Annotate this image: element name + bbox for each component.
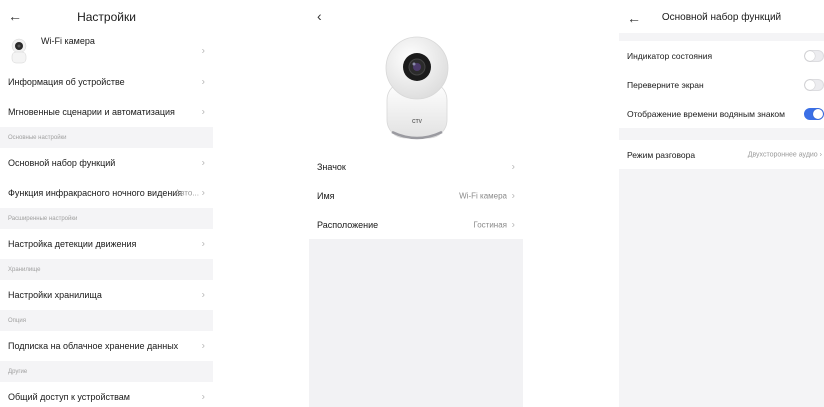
chevron-right-icon: › [511,161,515,172]
device-sharing-row[interactable]: Общий доступ к устройствам › [0,382,213,407]
row-label: Настройки хранилища [8,290,102,300]
motion-detection-row[interactable]: Настройка детекции движения › [0,229,213,259]
device-location-row[interactable]: Расположение Гостиная › [309,210,523,239]
toggle-knob [805,79,815,90]
chevron-right-icon: › [819,151,822,158]
chevron-left-icon[interactable]: ‹ [317,8,322,24]
talk-mode-value-text: Двухстороннее аудио [747,151,818,158]
cloud-subscription-row[interactable]: Подписка на облачное хранение данных › [0,331,213,361]
row-label: Настройка детекции движения [8,239,137,249]
chevron-right-icon: › [201,76,205,88]
chevron-right-icon: › [201,106,205,118]
toggle-knob [805,50,815,61]
page-title: Настройки [77,10,136,24]
time-watermark-toggle[interactable] [804,107,824,120]
row-label: Подписка на облачное хранение данных [8,341,179,351]
section-basic-header: Основные настройки [0,127,213,148]
toggle-knob [813,108,823,119]
chevron-right-icon: › [201,391,205,403]
spacer [619,33,824,41]
chevron-right-icon: › [511,190,515,201]
flip-screen-toggle[interactable] [804,78,824,91]
status-indicator-toggle[interactable] [804,49,824,62]
row-label: Общий доступ к устройствам [8,392,130,402]
storage-settings-row[interactable]: Настройки хранилища › [0,280,213,310]
row-label: Информация об устройстве [8,77,125,87]
page-title: Основной набор функций [661,12,782,23]
section-option-header: Опция [0,310,213,331]
talk-mode-value: Двухстороннее аудио › [748,151,822,158]
row-label: Мгновенные сценарии и автоматизация [8,107,175,117]
device-name-row[interactable]: Имя Wi-Fi камера › [309,181,523,210]
camera-name: Wi-Fi камера [41,36,95,46]
device-icon-row[interactable]: Значок › [309,152,523,181]
chevron-right-icon: › [201,340,205,352]
time-watermark-row: Отображение времени водяным знаком [619,99,824,128]
row-label: Индикатор состояния [627,50,713,61]
device-image-area: ‹ CTV [309,0,523,152]
flip-screen-row: Переверните экран [619,70,824,99]
row-label: Отображение времени водяным знаком [627,108,785,119]
brand-logo: CTV [412,119,423,125]
camera-device-row[interactable]: Wi-Fi камера › [0,34,213,67]
chevron-right-icon: › [201,45,205,56]
chevron-right-icon: › [201,187,205,199]
row-label: Значок [317,161,346,172]
settings-panel: ← Настройки Wi-Fi камера › Информация об… [0,0,213,407]
row-label: Режим разговора [627,149,696,160]
section-other-header: Другие [0,361,213,382]
device-info-row[interactable]: Информация об устройстве › [0,67,213,97]
features-header: ← Основной набор функций [619,0,824,33]
settings-header: ← Настройки [0,0,213,34]
row-value: Wi-Fi камера [459,191,507,200]
chevron-right-icon: › [511,219,515,230]
chevron-right-icon: › [201,157,205,169]
chevron-right-icon: › [201,238,205,250]
camera-thumbnail-icon [11,38,27,64]
section-storage-header: Хранилище [0,259,213,280]
spacer [619,128,824,140]
scenes-automation-row[interactable]: Мгновенные сценарии и автоматизация › [0,97,213,127]
row-label: Имя [317,190,335,201]
device-panel: ‹ CTV Значок › Имя Wi-Fi камера › Распол… [309,0,523,407]
row-value: Авто... [174,188,199,198]
row-label: Расположение [317,219,379,230]
row-label: Переверните экран [627,79,704,90]
night-vision-row[interactable]: Функция инфракрасного ночного видения Ав… [0,178,213,208]
talk-mode-row[interactable]: Режим разговора Двухстороннее аудио › [619,140,824,169]
row-label: Основной набор функций [8,158,116,168]
status-indicator-row: Индикатор состояния [619,41,824,70]
chevron-right-icon: › [201,289,205,301]
row-value: Гостиная [473,220,507,229]
camera-image: CTV [385,36,449,140]
basic-functions-panel: ← Основной набор функций Индикатор состо… [619,0,824,407]
section-advanced-header: Расширенные настройки [0,208,213,229]
basic-functions-row[interactable]: Основной набор функций › [0,148,213,178]
